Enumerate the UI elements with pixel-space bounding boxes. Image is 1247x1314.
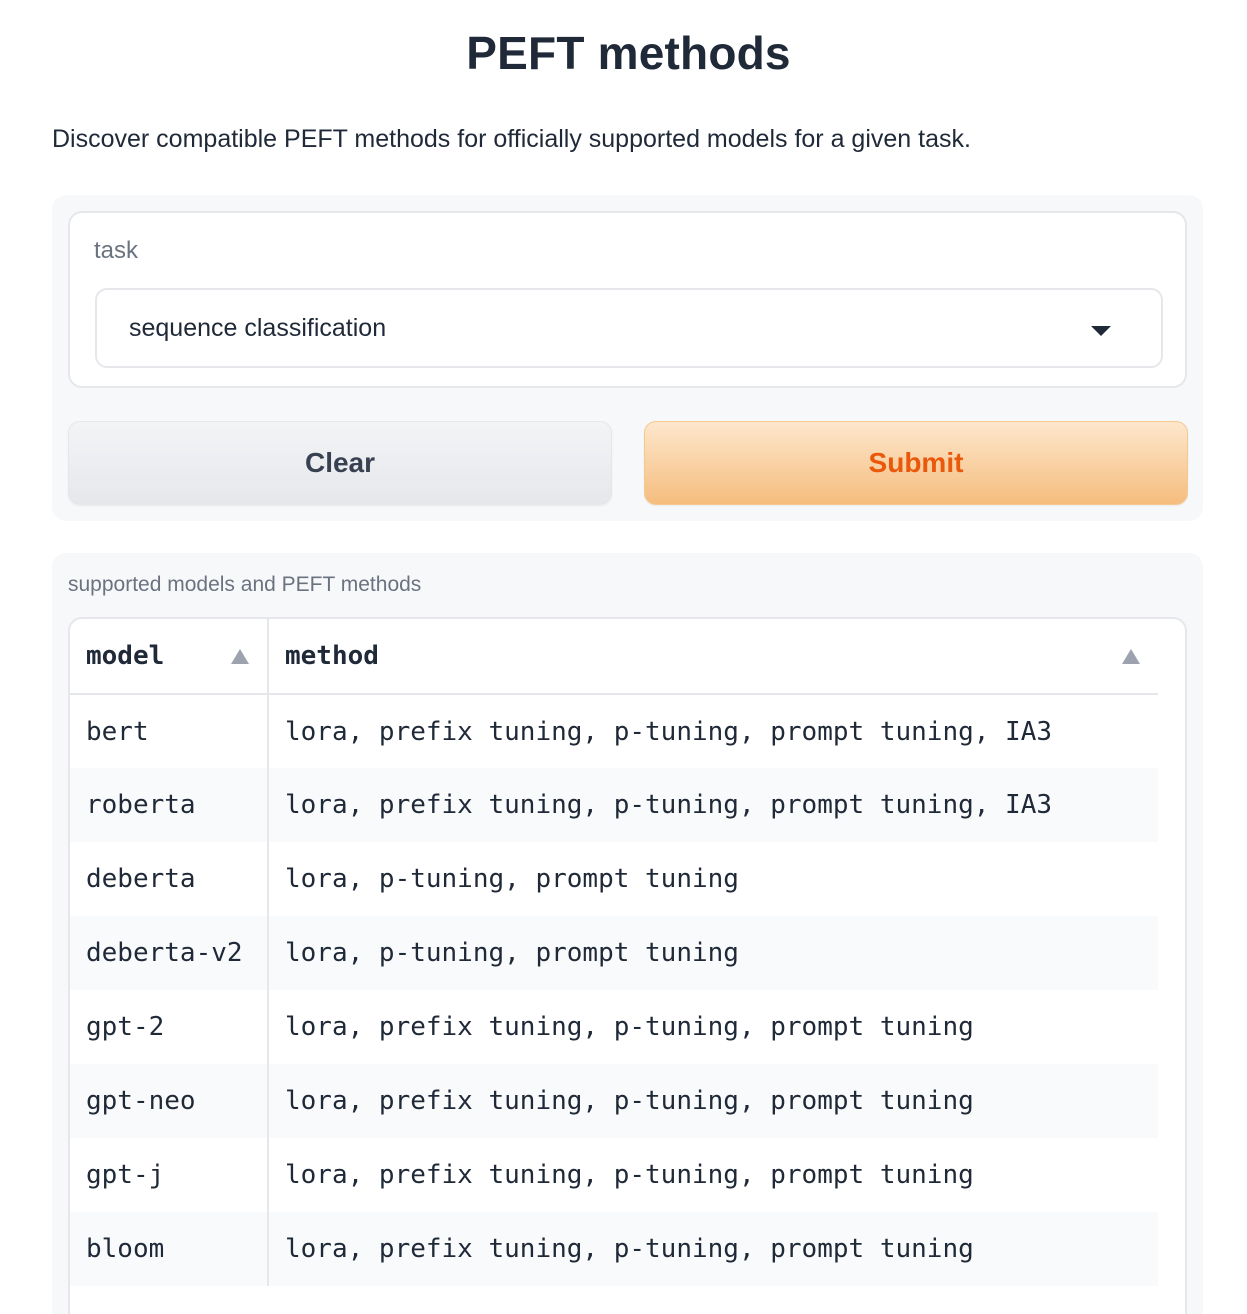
- table-cell-model[interactable]: bert: [70, 694, 268, 768]
- table-cell-method[interactable]: lora, prefix tuning, p-tuning, prompt tu…: [267, 768, 1158, 842]
- table-cell-model[interactable]: gpt-2: [70, 990, 268, 1064]
- form-panel: task sequence classification Clear Submi…: [52, 195, 1203, 521]
- column-header-model[interactable]: model: [70, 619, 268, 695]
- table-cell-method[interactable]: lora, p-tuning, prompt tuning: [267, 916, 1158, 990]
- clear-button[interactable]: Clear: [68, 421, 612, 505]
- table-row: gpt-neo lora, prefix tuning, p-tuning, pr…: [70, 1064, 1158, 1138]
- submit-button[interactable]: Submit: [644, 421, 1188, 505]
- table-row: gpt-2 lora, prefix tuning, p-tuning, prom…: [70, 990, 1158, 1064]
- task-label: task: [94, 237, 139, 264]
- table-cell-method[interactable]: lora, prefix tuning, p-tuning, prompt tu…: [267, 1212, 1158, 1286]
- table-cell-method[interactable]: lora, p-tuning, prompt tuning: [267, 842, 1158, 916]
- chevron-down-icon[interactable]: [1091, 326, 1111, 336]
- table-cell-model[interactable]: deberta: [70, 842, 268, 916]
- table-cell-method[interactable]: lora, prefix tuning, p-tuning, prompt tu…: [267, 694, 1158, 768]
- table-cell-model[interactable]: roberta: [70, 768, 268, 842]
- table-cell-model[interactable]: gpt-neo: [70, 1064, 268, 1138]
- output-panel: supported models and PEFT methods model …: [52, 553, 1203, 1314]
- page-description: Discover compatible PEFT methods for off…: [52, 125, 971, 153]
- table-row: bert lora, prefix tuning, p-tuning, promp…: [70, 694, 1158, 768]
- table-cell-method[interactable]: lora, prefix tuning, p-tuning, prompt tu…: [267, 1138, 1158, 1212]
- table-cell-model[interactable]: bloom: [70, 1212, 268, 1286]
- task-dropdown-block: task sequence classification: [68, 211, 1187, 388]
- table-body: bert lora, prefix tuning, p-tuning, promp…: [70, 694, 1158, 1286]
- table-row: deberta-v2 lora, p-tuning, prompt tuning: [70, 916, 1158, 990]
- column-header-method[interactable]: method: [267, 619, 1158, 695]
- task-select-value: sequence classification: [129, 313, 387, 342]
- sort-ascending-icon[interactable]: [1122, 649, 1140, 664]
- table-row: gpt-j lora, prefix tuning, p-tuning, prom…: [70, 1138, 1158, 1212]
- table-cell-method[interactable]: lora, prefix tuning, p-tuning, prompt tu…: [267, 1064, 1158, 1138]
- task-select[interactable]: sequence classification: [95, 288, 1163, 368]
- column-header-label: model: [86, 641, 165, 671]
- table-header-row: model method: [70, 619, 1158, 695]
- page-title: PEFT methods: [466, 27, 791, 79]
- table-row: bloom lora, prefix tuning, p-tuning, prom…: [70, 1212, 1158, 1286]
- column-header-label: method: [285, 641, 379, 671]
- table-row: roberta lora, prefix tuning, p-tuning, pr…: [70, 768, 1158, 842]
- table-cell-method[interactable]: lora, prefix tuning, p-tuning, prompt tu…: [267, 990, 1158, 1064]
- results-table-container[interactable]: model method bert lora, prefix tuning, p-…: [68, 617, 1187, 1314]
- table-cell-model[interactable]: deberta-v2: [70, 916, 268, 990]
- table-row: deberta lora, p-tuning, prompt tuning: [70, 842, 1158, 916]
- output-label: supported models and PEFT methods: [68, 573, 422, 596]
- results-table: model method bert lora, prefix tuning, p-…: [70, 619, 1158, 1286]
- sort-ascending-icon[interactable]: [231, 649, 249, 664]
- table-cell-model[interactable]: gpt-j: [70, 1138, 268, 1212]
